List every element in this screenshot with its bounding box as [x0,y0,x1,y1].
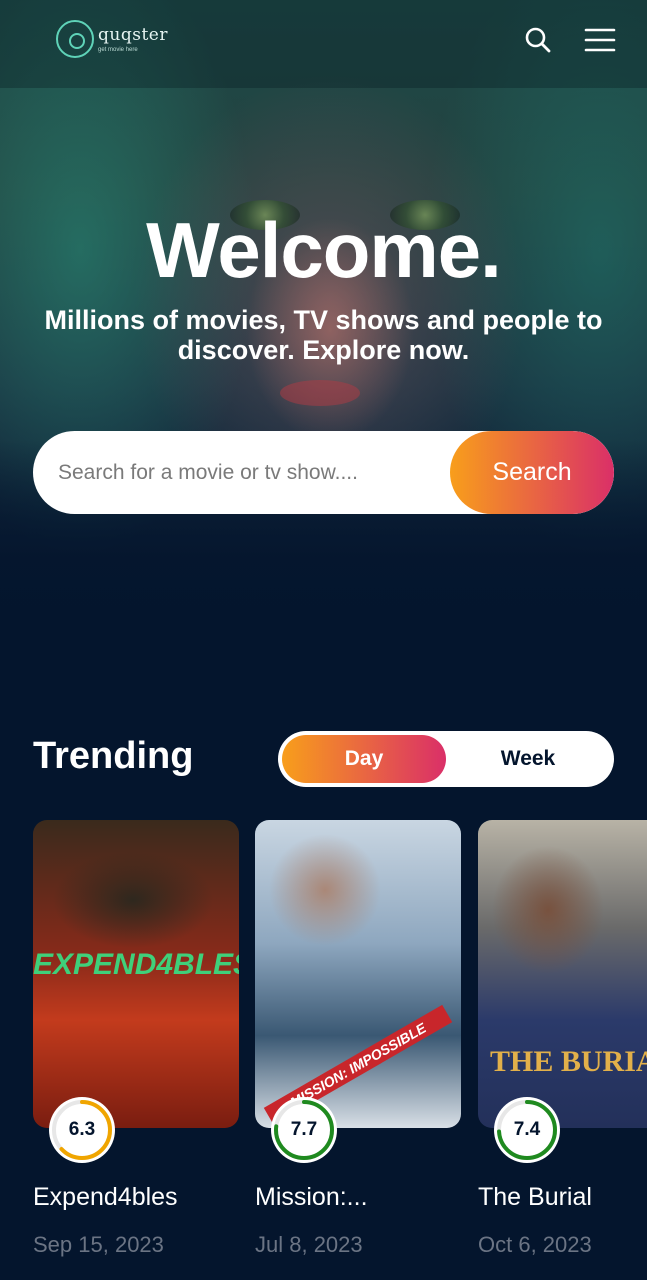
movie-title[interactable]: The Burial [478,1183,647,1212]
rating-value: 7.4 [513,1119,541,1140]
movie-card[interactable]: MISSION: IMPOSSIBLE 7.7 Mission:... Jul … [255,820,461,1257]
backdrop-art [280,380,360,406]
rating-circle: 7.7 [271,1097,337,1163]
top-header: quqster get movie here [0,0,647,88]
poster-title-art: EXPEND4BLES [33,948,239,981]
page-title: Welcome. [146,206,502,294]
poster-title-art: THE BURIAL [490,1045,647,1078]
logo-name: quqster [98,25,168,45]
search-bar: Search [33,431,614,514]
search-icon [525,27,551,53]
movie-poster[interactable]: MISSION: IMPOSSIBLE [255,820,461,1128]
menu-button[interactable] [582,22,618,58]
movie-card[interactable]: EXPEND4BLES 6.3 Expend4bles Sep 15, 2023 [33,820,239,1257]
logo[interactable]: quqster get movie here [56,20,168,58]
logo-text: quqster get movie here [98,25,168,53]
movie-release-date: Oct 6, 2023 [478,1232,592,1257]
movie-card[interactable]: THE BURIAL 7.4 The Burial Oct 6, 2023 [478,820,647,1257]
tab-day[interactable]: Day [282,735,446,783]
movie-poster[interactable]: THE BURIAL [478,820,647,1128]
trending-carousel[interactable]: EXPEND4BLES 6.3 Expend4bles Sep 15, 2023… [33,820,647,1280]
logo-tagline: get movie here [98,47,138,53]
header-search-button[interactable] [520,22,556,58]
menu-icon [584,28,616,52]
rating-circle: 7.4 [494,1097,560,1163]
rating-circle: 6.3 [49,1097,115,1163]
tab-week[interactable]: Week [446,735,610,783]
movie-release-date: Sep 15, 2023 [33,1232,164,1257]
logo-reel-icon [56,20,94,58]
movie-title[interactable]: Expend4bles [33,1183,273,1212]
movie-title[interactable]: Mission:... [255,1183,495,1212]
search-input[interactable] [33,431,450,514]
movie-release-date: Jul 8, 2023 [255,1232,363,1257]
trending-heading: Trending [33,735,194,777]
rating-value: 6.3 [68,1119,96,1140]
search-button[interactable]: Search [450,431,614,514]
rating-value: 7.7 [290,1119,318,1140]
hero-subtitle: Millions of movies, TV shows and people … [44,305,603,365]
movie-poster[interactable]: EXPEND4BLES [33,820,239,1128]
trending-period-switch: Day Week [278,731,614,787]
